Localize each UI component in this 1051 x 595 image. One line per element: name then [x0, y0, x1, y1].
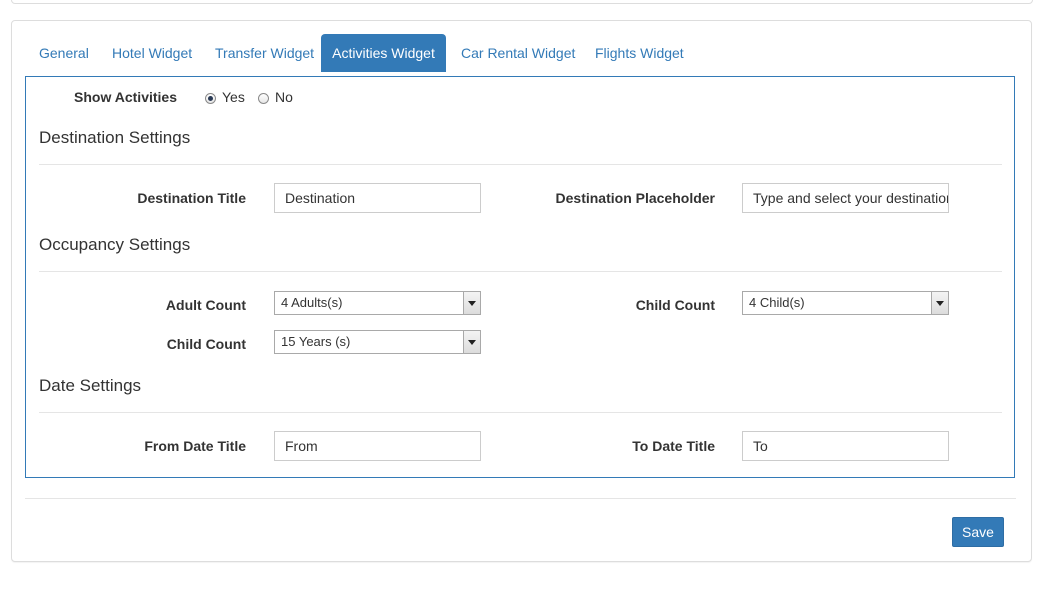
child-count-select[interactable]: 4 Child(s) — [742, 291, 949, 315]
save-button[interactable]: Save — [952, 517, 1004, 547]
tab-transfer-widget[interactable]: Transfer Widget — [201, 34, 328, 72]
child-count-value: 4 Child(s) — [749, 295, 805, 310]
destination-title-input[interactable]: Destination — [274, 183, 481, 213]
show-activities-yes-label: Yes — [222, 89, 245, 105]
section-divider — [39, 164, 1002, 165]
destination-placeholder-label: Destination Placeholder — [555, 190, 715, 206]
child-count-label: Child Count — [635, 297, 715, 313]
adult-count-label: Adult Count — [165, 297, 246, 313]
destination-title-label: Destination Title — [137, 190, 246, 206]
show-activities-label: Show Activities — [74, 89, 177, 105]
show-activities-no-radio[interactable] — [258, 93, 269, 104]
previous-panel — [11, 0, 1033, 4]
chevron-down-icon — [463, 292, 480, 314]
destination-settings-heading: Destination Settings — [39, 128, 191, 147]
occupancy-settings-heading: Occupancy Settings — [39, 235, 191, 254]
tab-hotel-widget[interactable]: Hotel Widget — [98, 34, 206, 72]
adult-count-select[interactable]: 4 Adults(s) — [274, 291, 481, 315]
chevron-down-icon — [931, 292, 948, 314]
chevron-down-icon — [463, 331, 480, 353]
child-age-select[interactable]: 15 Years (s) — [274, 330, 481, 354]
date-settings-heading: Date Settings — [39, 376, 142, 395]
tab-car-rental-widget[interactable]: Car Rental Widget — [447, 34, 589, 72]
to-date-title-input[interactable]: To — [742, 431, 949, 461]
tab-activities-widget[interactable]: Activities Widget — [321, 34, 446, 72]
child-age-label: Child Count — [166, 336, 246, 352]
section-divider — [39, 412, 1002, 413]
show-activities-no-label: No — [275, 89, 293, 105]
destination-placeholder-input[interactable]: Type and select your destinatior — [742, 183, 949, 213]
adult-count-value: 4 Adults(s) — [281, 295, 343, 310]
show-activities-yes-radio[interactable] — [205, 93, 216, 104]
tab-general[interactable]: General — [25, 34, 103, 72]
footer-divider — [25, 498, 1016, 499]
from-date-title-input[interactable]: From — [274, 431, 481, 461]
from-date-title-label: From Date Title — [144, 438, 246, 454]
section-divider — [39, 271, 1002, 272]
to-date-title-label: To Date Title — [632, 438, 715, 454]
tab-flights-widget[interactable]: Flights Widget — [581, 34, 698, 72]
child-age-value: 15 Years (s) — [281, 334, 351, 349]
